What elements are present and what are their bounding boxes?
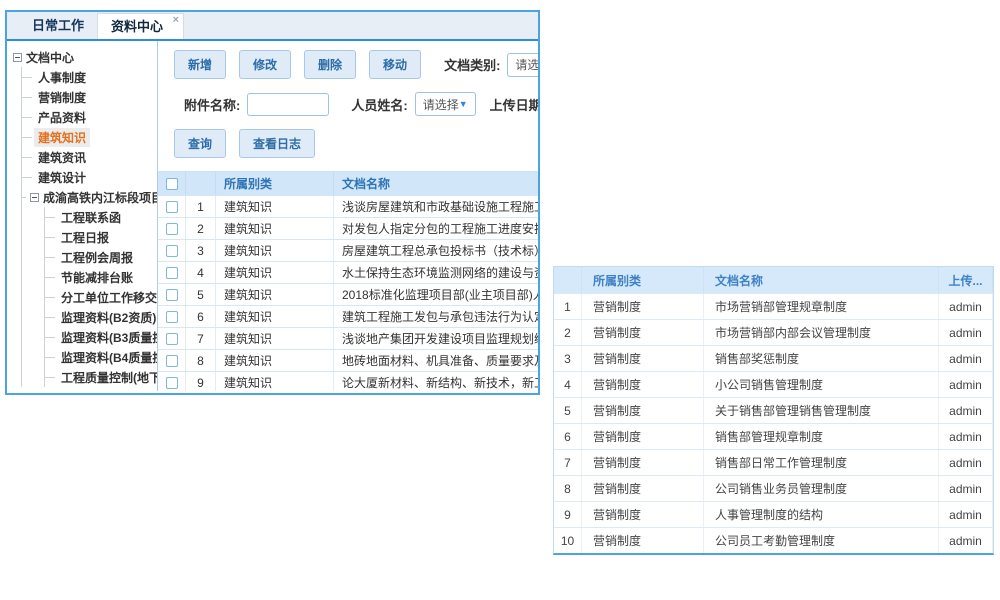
tree-node-document-center[interactable]: 文档中心 — [13, 47, 157, 67]
table-row[interactable]: 9 营销制度 人事管理制度的结构 admin — [554, 501, 993, 527]
table-row[interactable]: 4 营销制度 小公司销售管理制度 admin — [554, 371, 993, 397]
table-row[interactable]: 8 营销制度 公司销售业务员管理制度 admin — [554, 475, 993, 501]
tree-item-construction-knowledge[interactable]: 建筑知识 — [22, 127, 157, 147]
tab-data-center[interactable]: 资料中心 × — [97, 13, 184, 39]
tree-item-quality-basement[interactable]: 工程质量控制(地下室) — [45, 367, 157, 387]
chevron-down-icon: ▼ — [459, 99, 468, 109]
table-row[interactable]: 5 营销制度 关于销售部管理销售管理制度 admin — [554, 397, 993, 423]
table-header: 所属别类 文档名称 — [158, 172, 538, 195]
attachment-name-label: 附件名称: — [184, 95, 240, 114]
table-row[interactable]: 7 营销制度 销售部日常工作管理制度 admin — [554, 449, 993, 475]
table-row[interactable]: 3 建筑知识 房屋建筑工程总承包投标书（技术标）... — [158, 239, 538, 261]
header-category: 所属别类 — [582, 267, 704, 293]
row-checkbox[interactable] — [166, 377, 178, 389]
row-checkbox[interactable] — [166, 201, 178, 213]
row-checkbox[interactable] — [166, 333, 178, 345]
tree-node-project[interactable]: 成渝高铁内江标段项目 — [22, 187, 157, 207]
toolbar-row: 新增 修改 删除 移动 文档类别: 请选择 ▼ 文档 — [174, 50, 538, 79]
table-row[interactable]: 3 营销制度 销售部奖惩制度 admin — [554, 345, 993, 371]
tree-item-project-daily-report[interactable]: 工程日报 — [45, 227, 157, 247]
tree-item-project-letters[interactable]: 工程联系函 — [45, 207, 157, 227]
select-all-checkbox[interactable] — [166, 178, 178, 190]
table-row[interactable]: 6 建筑知识 建筑工程施工发包与承包违法行为认定... — [158, 305, 538, 327]
collapse-icon[interactable] — [13, 53, 22, 62]
tree-item-energy-ledger[interactable]: 节能减排台账 — [45, 267, 157, 287]
row-checkbox[interactable] — [166, 223, 178, 235]
header-doc-name: 文档名称 — [334, 172, 538, 195]
row-checkbox[interactable] — [166, 267, 178, 279]
tree-item-product-data[interactable]: 产品资料 — [22, 107, 157, 127]
tree-item-supervision-b4[interactable]: 监理资料(B4质量控制) — [45, 347, 157, 367]
table-row[interactable]: 2 建筑知识 对发包人指定分包的工程施工进度安排... — [158, 217, 538, 239]
delete-button[interactable]: 删除 — [304, 50, 356, 79]
marketing-documents-table: 所属别类 文档名称 上传... 1 营销制度 市场营销部管理规章制度 admin… — [553, 266, 994, 555]
row-checkbox[interactable] — [166, 311, 178, 323]
person-name-value: 请选择 — [423, 96, 459, 113]
tree-item-supervision-b3[interactable]: 监理资料(B3质量控制) — [45, 327, 157, 347]
row-checkbox[interactable] — [166, 245, 178, 257]
tab-data-center-label: 资料中心 — [111, 19, 163, 34]
add-button[interactable]: 新增 — [174, 50, 226, 79]
tab-bar: 日常工作 资料中心 × — [7, 12, 538, 41]
header-doc-name: 文档名称 — [704, 267, 939, 293]
tree-item-project-weekly-meeting[interactable]: 工程例会周报 — [45, 247, 157, 267]
person-name-label: 人员姓名: — [351, 95, 407, 114]
row-checkbox[interactable] — [166, 355, 178, 367]
action-row: 查询 查看日志 — [174, 129, 538, 158]
attachment-name-input[interactable] — [247, 93, 329, 116]
table-row[interactable]: 7 建筑知识 浅谈地产集团开发建设项目监理规划编... — [158, 327, 538, 349]
table-row[interactable]: 9 建筑知识 论大厦新材料、新结构、新技术，新工... — [158, 371, 538, 391]
filter-row: 附件名称: 人员姓名: 请选择 ▼ 上传日期 — [174, 92, 538, 116]
table-row[interactable]: 1 建筑知识 浅谈房屋建筑和市政基础设施工程施工... — [158, 195, 538, 217]
move-button[interactable]: 移动 — [369, 50, 421, 79]
document-tree: 文档中心 人事制度 营销制度 产品资料 建筑知识 建筑资讯 — [7, 41, 158, 391]
row-checkbox[interactable] — [166, 289, 178, 301]
table-row[interactable]: 2 营销制度 市场营销部内部会议管理制度 admin — [554, 319, 993, 345]
doc-category-select[interactable]: 请选择 ▼ — [507, 53, 538, 77]
header-index — [554, 267, 582, 293]
tree-item-hr-policy[interactable]: 人事制度 — [22, 67, 157, 87]
tree-item-construction-news[interactable]: 建筑资讯 — [22, 147, 157, 167]
table-row[interactable]: 6 营销制度 销售部管理规章制度 admin — [554, 423, 993, 449]
query-button[interactable]: 查询 — [174, 129, 226, 158]
upload-date-label: 上传日期 — [490, 95, 538, 114]
tab-daily-work-label: 日常工作 — [32, 18, 84, 33]
tab-daily-work[interactable]: 日常工作 — [19, 13, 97, 39]
edit-button[interactable]: 修改 — [239, 50, 291, 79]
doc-category-label: 文档类别: — [444, 55, 500, 74]
tree-item-marketing-policy[interactable]: 营销制度 — [22, 87, 157, 107]
tree-item-supervision-b2[interactable]: 监理资料(B2资质) — [45, 307, 157, 327]
collapse-icon[interactable] — [30, 193, 39, 202]
tree-item-construction-design[interactable]: 建筑设计 — [22, 167, 157, 187]
person-name-select[interactable]: 请选择 ▼ — [415, 92, 476, 116]
doc-category-value: 请选择 — [515, 56, 538, 73]
main-pane: 新增 修改 删除 移动 文档类别: 请选择 ▼ 文档 附件名称: 人员姓名: 请… — [158, 41, 538, 391]
header-index — [186, 172, 216, 195]
tree-item-work-transfer[interactable]: 分工单位工作移交 — [45, 287, 157, 307]
table-row[interactable]: 10 营销制度 公司员工考勤管理制度 admin — [554, 527, 993, 553]
documents-table: 所属别类 文档名称 1 建筑知识 浅谈房屋建筑和市政基础设施工程施工... 2 … — [158, 171, 538, 391]
document-center-window: 日常工作 资料中心 × 文档中心 人事制度 营销制度 产品资料 — [5, 10, 540, 395]
close-icon[interactable]: × — [173, 14, 179, 26]
header-uploader: 上传... — [939, 267, 993, 293]
table-row[interactable]: 8 建筑知识 地砖地面材料、机具准备、质量要求及... — [158, 349, 538, 371]
table-header: 所属别类 文档名称 上传... — [554, 267, 993, 293]
table-row[interactable]: 5 建筑知识 2018标准化监理项目部(业主项目部)人员... — [158, 283, 538, 305]
view-log-button[interactable]: 查看日志 — [239, 129, 315, 158]
table-row[interactable]: 4 建筑知识 水土保持生态环境监测网络的建设与资... — [158, 261, 538, 283]
tree-root-label: 文档中心 — [26, 49, 74, 66]
table-row[interactable]: 1 营销制度 市场营销部管理规章制度 admin — [554, 293, 993, 319]
header-category: 所属别类 — [216, 172, 334, 195]
